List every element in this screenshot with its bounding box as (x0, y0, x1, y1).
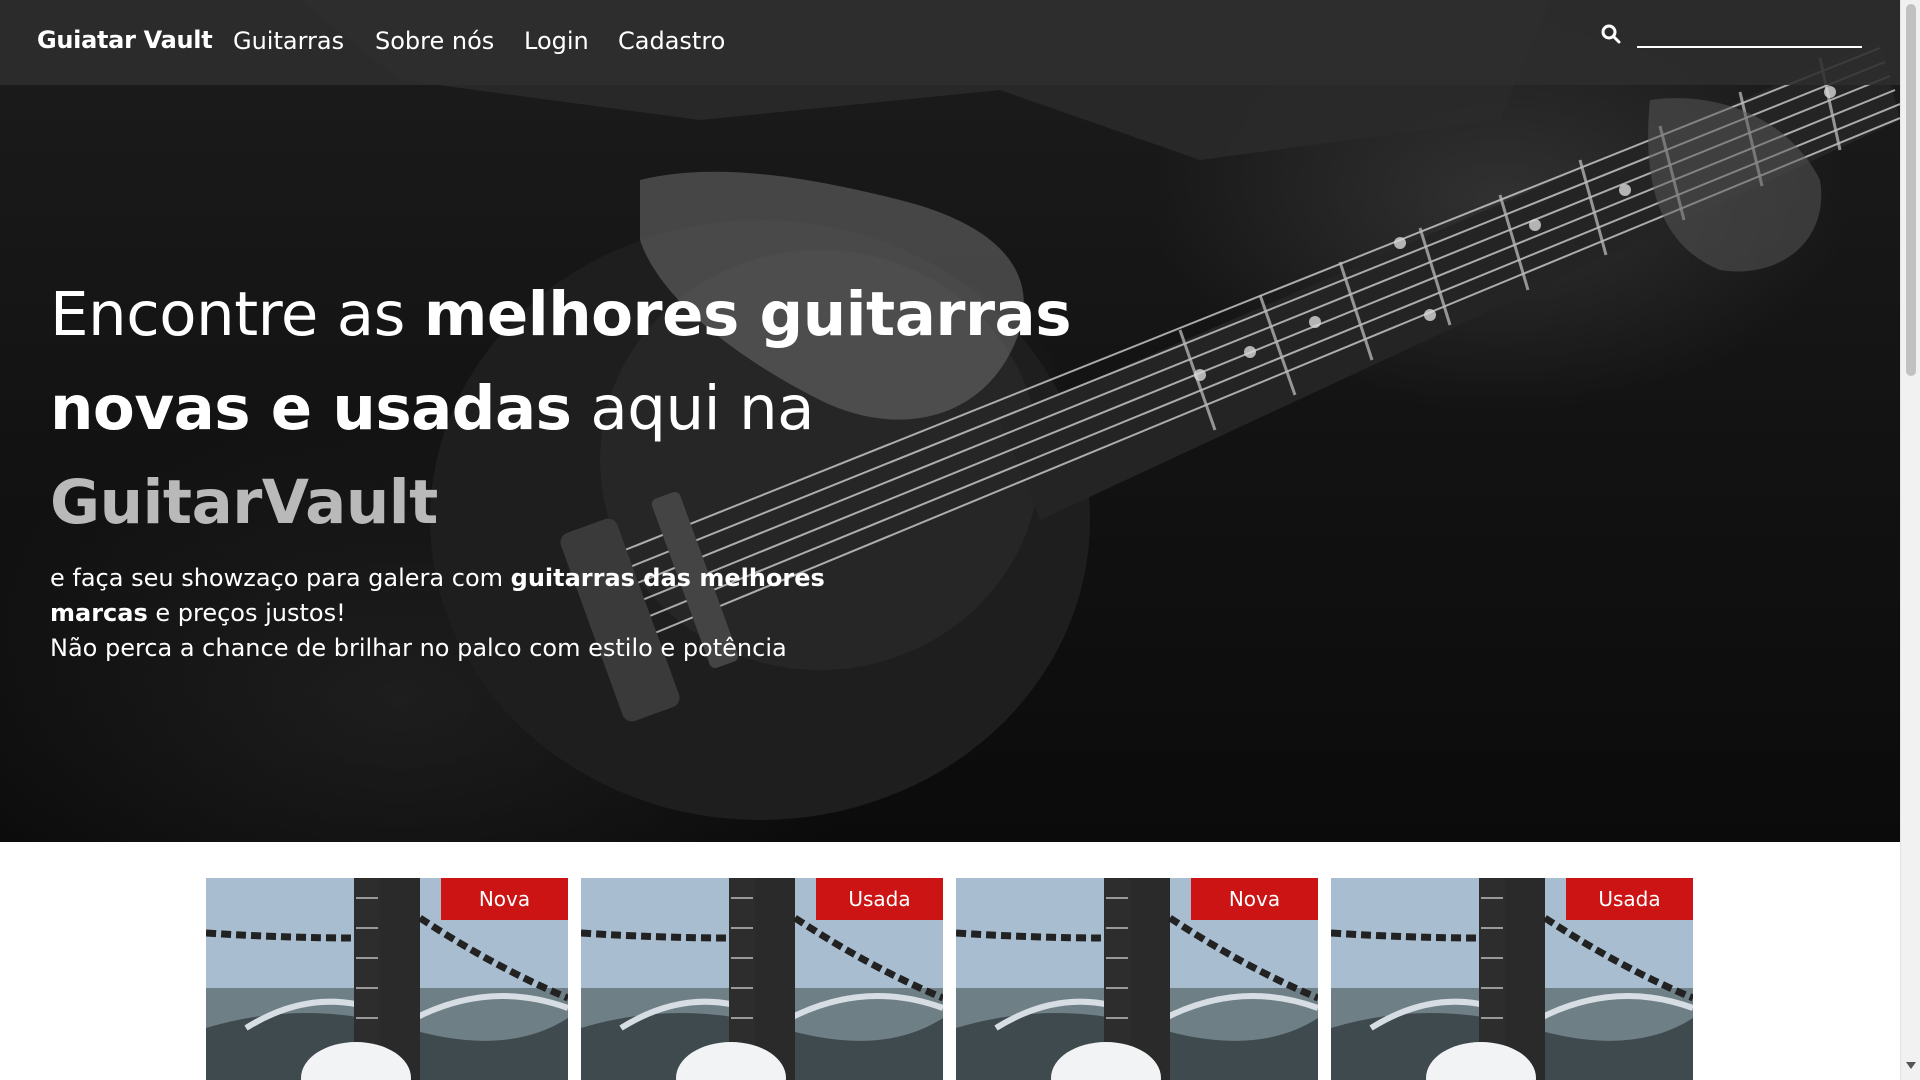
hero-title: Encontre as melhores guitarras novas e us… (50, 268, 1150, 550)
top-navbar: Guiatar Vault Guitarras Sobre nós Login … (0, 0, 1900, 85)
nav-link-guitarras[interactable]: Guitarras (233, 27, 344, 55)
product-card[interactable]: Usada (581, 878, 943, 1080)
hero-subtitle-line2: Não perca a chance de brilhar no palco c… (50, 634, 787, 662)
condition-badge: Nova (441, 878, 568, 920)
hero-title-brand: GuitarVault (50, 467, 438, 538)
hero-subtitle: e faça seu showzaço para galera com guit… (50, 561, 830, 666)
search-icon[interactable] (1599, 22, 1623, 46)
condition-badge: Usada (1566, 878, 1693, 920)
hero-subtitle-text: e faça seu showzaço para galera com (50, 564, 511, 592)
brand-logo[interactable]: Guiatar Vault (37, 26, 213, 54)
product-card[interactable]: Usada (1331, 878, 1693, 1080)
hero-title-text: aqui na (571, 373, 814, 444)
hero-title-bold: melhores guitarras (423, 279, 1072, 350)
page-scrollbar[interactable] (1900, 0, 1920, 1080)
scrollbar-thumb[interactable] (1906, 4, 1916, 376)
product-card[interactable]: Nova (206, 878, 568, 1080)
search-input[interactable] (1637, 20, 1862, 48)
nav-link-login[interactable]: Login (524, 27, 589, 55)
hero-title-bold: novas e usadas (50, 373, 572, 444)
scroll-down-arrow-icon[interactable] (1906, 1062, 1916, 1069)
condition-badge: Nova (1191, 878, 1318, 920)
hero-title-text: Encontre as (50, 279, 424, 350)
condition-badge: Usada (816, 878, 943, 920)
hero-subtitle-text: e preços justos! (147, 599, 346, 627)
nav-link-sobre-nos[interactable]: Sobre nós (375, 27, 494, 55)
product-card[interactable]: Nova (956, 878, 1318, 1080)
nav-link-cadastro[interactable]: Cadastro (618, 27, 725, 55)
